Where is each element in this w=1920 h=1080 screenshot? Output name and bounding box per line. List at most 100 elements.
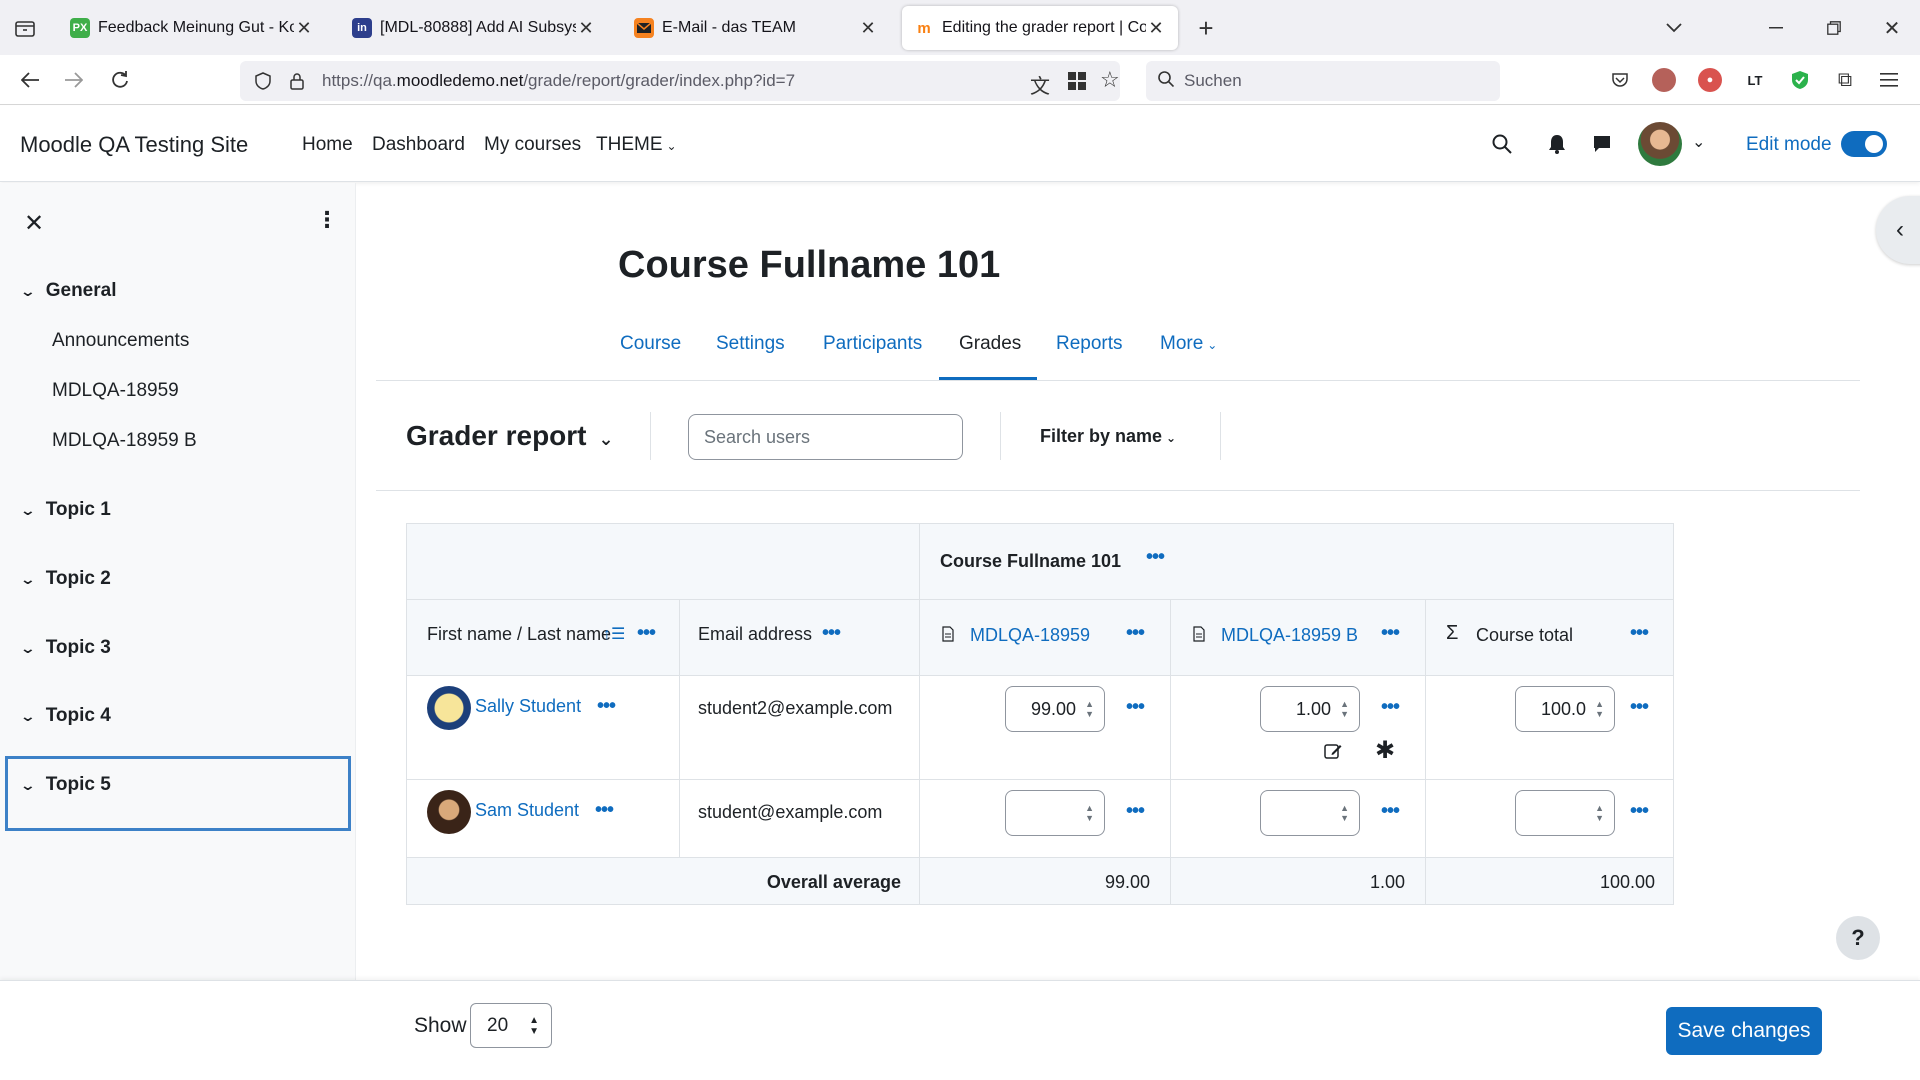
name-column-actions-icon[interactable]: •••: [637, 623, 656, 643]
spinner-arrows-icon[interactable]: ▲ ▼: [1595, 699, 1604, 719]
section-topic-1[interactable]: ⌄ Topic 1: [20, 499, 111, 521]
section-general[interactable]: ⌄ General: [20, 280, 117, 302]
cell-actions-icon[interactable]: •••: [1381, 697, 1400, 717]
student-avatar[interactable]: [427, 790, 471, 834]
cell-actions-icon[interactable]: •••: [1630, 697, 1649, 717]
item-actions-icon[interactable]: •••: [1126, 623, 1145, 643]
tab-overflow-chevron-icon[interactable]: [1660, 14, 1688, 42]
back-icon[interactable]: [16, 67, 44, 93]
kebab-menu-icon[interactable]: ⋮: [316, 207, 338, 233]
student-name-link[interactable]: Sam Student: [475, 800, 579, 821]
tab-more[interactable]: More ⌄: [1160, 333, 1217, 355]
search-users-input[interactable]: Search users: [688, 414, 963, 460]
translate-icon[interactable]: 文: [1030, 70, 1050, 99]
grade-input[interactable]: 99.00 ▲ ▼: [1005, 686, 1105, 732]
report-selector[interactable]: Grader report ⌄: [406, 420, 614, 452]
reload-icon[interactable]: [106, 67, 134, 93]
spinner-arrows-icon[interactable]: ▲ ▼: [1595, 803, 1604, 823]
email-column-actions-icon[interactable]: •••: [822, 623, 841, 643]
browser-tab-email[interactable]: E-Mail - das TEAM ✕: [622, 6, 890, 50]
sort-ascending-icon[interactable]: ↑☰: [603, 624, 625, 644]
student-actions-icon[interactable]: •••: [597, 696, 616, 716]
spinner-arrows-icon[interactable]: ▲ ▼: [1340, 803, 1349, 823]
student-actions-icon[interactable]: •••: [595, 800, 614, 820]
tab-settings[interactable]: Settings: [716, 333, 785, 355]
languagetool-icon[interactable]: LT: [1742, 68, 1768, 92]
tab-close-icon[interactable]: ✕: [1146, 18, 1166, 39]
grade-input[interactable]: ▲ ▼: [1260, 790, 1360, 836]
edit-mode-label[interactable]: Edit mode: [1746, 134, 1832, 156]
grade-item-link[interactable]: MDLQA-18959: [970, 625, 1090, 646]
total-actions-icon[interactable]: •••: [1630, 623, 1649, 643]
spinner-arrows-icon[interactable]: ▲ ▼: [1340, 699, 1349, 719]
tab-participants[interactable]: Participants: [823, 333, 922, 355]
lock-icon[interactable]: [284, 72, 310, 90]
open-block-drawer-chevron-left-icon[interactable]: ‹: [1876, 196, 1920, 264]
tab-course[interactable]: Course: [620, 333, 681, 355]
nav-theme[interactable]: THEME ⌄: [596, 134, 677, 156]
extensions-puzzle-icon[interactable]: ⧉: [1832, 67, 1858, 93]
cell-actions-icon[interactable]: •••: [1126, 697, 1145, 717]
user-avatar[interactable]: [1638, 122, 1682, 166]
pocket-icon[interactable]: [1606, 67, 1634, 93]
student-name-link[interactable]: Sally Student: [475, 696, 581, 717]
tab-list-icon[interactable]: [12, 16, 38, 40]
close-icon[interactable]: ✕: [24, 209, 44, 238]
browser-tab-tracker[interactable]: in [MDL-80888] Add AI Subsystem ✕: [340, 6, 608, 50]
cell-actions-icon[interactable]: •••: [1381, 801, 1400, 821]
spinner-arrows-icon[interactable]: ▲ ▼: [1085, 803, 1094, 823]
tab-grades[interactable]: Grades: [959, 333, 1021, 355]
section-topic-2[interactable]: ⌄ Topic 2: [20, 568, 111, 590]
name-column-title[interactable]: First name / Last name: [427, 624, 611, 645]
grade-item-link[interactable]: MDLQA-18959 B: [1221, 625, 1358, 646]
forward-icon[interactable]: [60, 67, 88, 93]
grade-input[interactable]: ▲ ▼: [1515, 790, 1615, 836]
item-actions-icon[interactable]: •••: [1381, 623, 1400, 643]
spinner-arrows-icon[interactable]: ▲ ▼: [1085, 699, 1094, 719]
privacy-shield-icon[interactable]: [1787, 67, 1813, 93]
profile-extension-icon[interactable]: [1652, 68, 1676, 92]
tab-close-icon[interactable]: ✕: [294, 18, 314, 39]
tab-reports[interactable]: Reports: [1056, 333, 1123, 355]
save-changes-button[interactable]: Save changes: [1666, 1007, 1822, 1055]
notifications-bell-icon[interactable]: [1548, 134, 1566, 159]
cell-actions-icon[interactable]: •••: [1630, 801, 1649, 821]
edit-mode-toggle[interactable]: [1841, 131, 1887, 157]
activity-announcements[interactable]: Announcements: [52, 330, 189, 352]
category-actions-icon[interactable]: •••: [1146, 547, 1165, 567]
tab-close-icon[interactable]: ✕: [858, 18, 878, 39]
address-bar[interactable]: https://qa.moodledemo.net/grade/report/g…: [240, 61, 1120, 101]
activity-mdlqa-18959[interactable]: MDLQA-18959: [52, 380, 179, 402]
restore-icon[interactable]: [1820, 14, 1848, 42]
grade-input[interactable]: 1.00 ▲ ▼: [1260, 686, 1360, 732]
extensions-grid-icon[interactable]: [1068, 72, 1086, 95]
cell-actions-icon[interactable]: •••: [1126, 801, 1145, 821]
bookmark-star-icon[interactable]: ☆: [1100, 67, 1120, 93]
student-avatar[interactable]: [427, 686, 471, 730]
section-topic-3[interactable]: ⌄ Topic 3: [20, 637, 111, 659]
section-topic-5[interactable]: ⌄ Topic 5: [20, 774, 111, 796]
site-name[interactable]: Moodle QA Testing Site: [20, 132, 248, 158]
chevron-down-icon[interactable]: ⌄: [1692, 132, 1705, 152]
messages-icon[interactable]: [1592, 134, 1612, 159]
minimize-icon[interactable]: [1762, 14, 1790, 42]
window-close-icon[interactable]: ✕: [1878, 14, 1906, 42]
grade-input[interactable]: ▲ ▼: [1005, 790, 1105, 836]
browser-tab-grader[interactable]: m Editing the grader report | Course ✕: [902, 6, 1178, 50]
help-button[interactable]: ?: [1836, 916, 1880, 960]
hamburger-menu-icon[interactable]: [1876, 67, 1902, 93]
browser-search-bar[interactable]: Suchen: [1146, 61, 1500, 101]
activity-mdlqa-18959-b[interactable]: MDLQA-18959 B: [52, 430, 197, 452]
grade-input[interactable]: 100.0 ▲ ▼: [1515, 686, 1615, 732]
nav-home[interactable]: Home: [302, 134, 353, 156]
section-topic-4[interactable]: ⌄ Topic 4: [20, 705, 111, 727]
browser-tab-feedback[interactable]: PX Feedback Meinung Gut - Kosten ✕: [58, 6, 326, 50]
search-icon[interactable]: [1492, 134, 1512, 159]
nav-my-courses[interactable]: My courses: [484, 134, 581, 156]
nav-dashboard[interactable]: Dashboard: [372, 134, 465, 156]
new-tab-icon[interactable]: +: [1192, 13, 1220, 43]
tab-close-icon[interactable]: ✕: [576, 18, 596, 39]
addon-icon[interactable]: ●: [1698, 68, 1722, 92]
per-page-select[interactable]: 20 ▲ ▼: [470, 1003, 552, 1048]
shield-icon[interactable]: [250, 72, 276, 90]
